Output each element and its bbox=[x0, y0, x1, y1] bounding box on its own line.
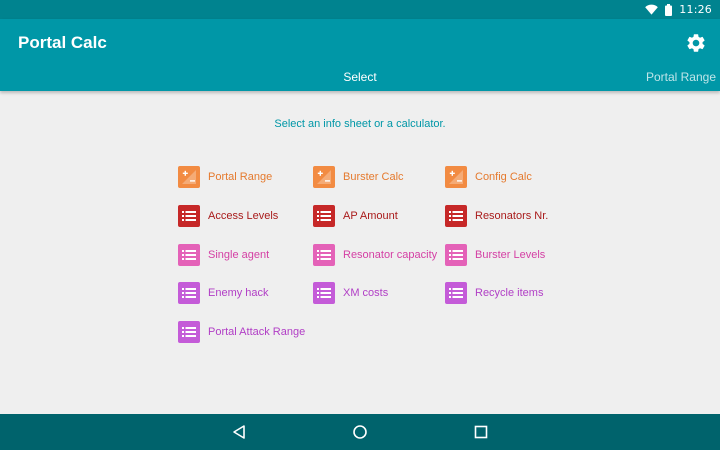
app-title: Portal Calc bbox=[18, 33, 107, 52]
menu-item-label: Enemy hack bbox=[208, 287, 269, 299]
navigation-bar bbox=[0, 414, 720, 450]
menu-item-label: Config Calc bbox=[475, 171, 532, 183]
tab-select[interactable]: Select bbox=[320, 70, 400, 84]
settings-button[interactable] bbox=[682, 29, 710, 57]
menu-item-enemy-hack[interactable]: Enemy hack bbox=[178, 281, 269, 305]
home-button[interactable] bbox=[348, 420, 372, 444]
recents-button[interactable] bbox=[469, 420, 493, 444]
menu-item-burster-calc[interactable]: Burster Calc bbox=[313, 165, 404, 189]
menu-item-access-levels[interactable]: Access Levels bbox=[178, 204, 278, 228]
menu-item-label: Access Levels bbox=[208, 210, 279, 222]
list-icon bbox=[313, 244, 335, 266]
menu-item-ap-amount[interactable]: AP Amount bbox=[313, 204, 398, 228]
menu-item-label: XM costs bbox=[343, 287, 389, 299]
menu-item-label: AP Amount bbox=[343, 210, 398, 222]
list-icon bbox=[445, 244, 467, 266]
tab-portal-range[interactable]: Portal Range bbox=[640, 70, 720, 84]
menu-item-label: Burster Levels bbox=[475, 249, 546, 261]
list-icon bbox=[313, 282, 335, 304]
list-icon bbox=[178, 244, 200, 266]
recents-icon bbox=[473, 424, 489, 440]
home-icon bbox=[352, 424, 368, 440]
content-area: Select an info sheet or a calculator. Po… bbox=[0, 91, 720, 414]
back-button[interactable] bbox=[227, 420, 251, 444]
list-icon bbox=[313, 205, 335, 227]
menu-item-config-calc[interactable]: Config Calc bbox=[445, 165, 532, 189]
calculator-icon bbox=[445, 166, 467, 188]
menu-item-label: Portal Attack Range bbox=[208, 326, 306, 338]
app-bar: Portal Calc Select Portal Range bbox=[0, 19, 720, 91]
menu-item-label: Recycle items bbox=[475, 287, 544, 299]
menu-item-label: Portal Range bbox=[208, 171, 273, 183]
status-bar: 11:26 bbox=[0, 0, 720, 19]
back-icon bbox=[231, 424, 247, 440]
menu-item-burster-levels[interactable]: Burster Levels bbox=[445, 243, 545, 267]
list-icon bbox=[445, 282, 467, 304]
menu-item-resonator-capacity[interactable]: Resonator capacity bbox=[313, 243, 437, 267]
wifi-icon bbox=[645, 4, 659, 15]
menu-item-portal-attack-range[interactable]: Portal Attack Range bbox=[178, 320, 305, 344]
battery-icon bbox=[665, 3, 673, 16]
calculator-icon bbox=[313, 166, 335, 188]
menu-item-recycle-items[interactable]: Recycle items bbox=[445, 281, 543, 305]
menu-item-single-agent[interactable]: Single agent bbox=[178, 243, 269, 267]
menu-item-resonators-nr[interactable]: Resonators Nr. bbox=[445, 204, 548, 228]
menu-item-label: Single agent bbox=[208, 249, 270, 261]
gear-icon bbox=[685, 32, 707, 54]
instruction-text: Select an info sheet or a calculator. bbox=[274, 118, 446, 130]
list-icon bbox=[445, 205, 467, 227]
list-icon bbox=[178, 321, 200, 343]
menu-item-label: Resonators Nr. bbox=[475, 210, 549, 222]
menu-item-portal-range[interactable]: Portal Range bbox=[178, 165, 272, 189]
status-time: 11:26 bbox=[679, 3, 712, 16]
list-icon bbox=[178, 282, 200, 304]
menu-item-label: Resonator capacity bbox=[343, 249, 438, 261]
menu-item-xm-costs[interactable]: XM costs bbox=[313, 281, 388, 305]
menu-item-label: Burster Calc bbox=[343, 171, 404, 183]
calculator-icon bbox=[178, 166, 200, 188]
list-icon bbox=[178, 205, 200, 227]
